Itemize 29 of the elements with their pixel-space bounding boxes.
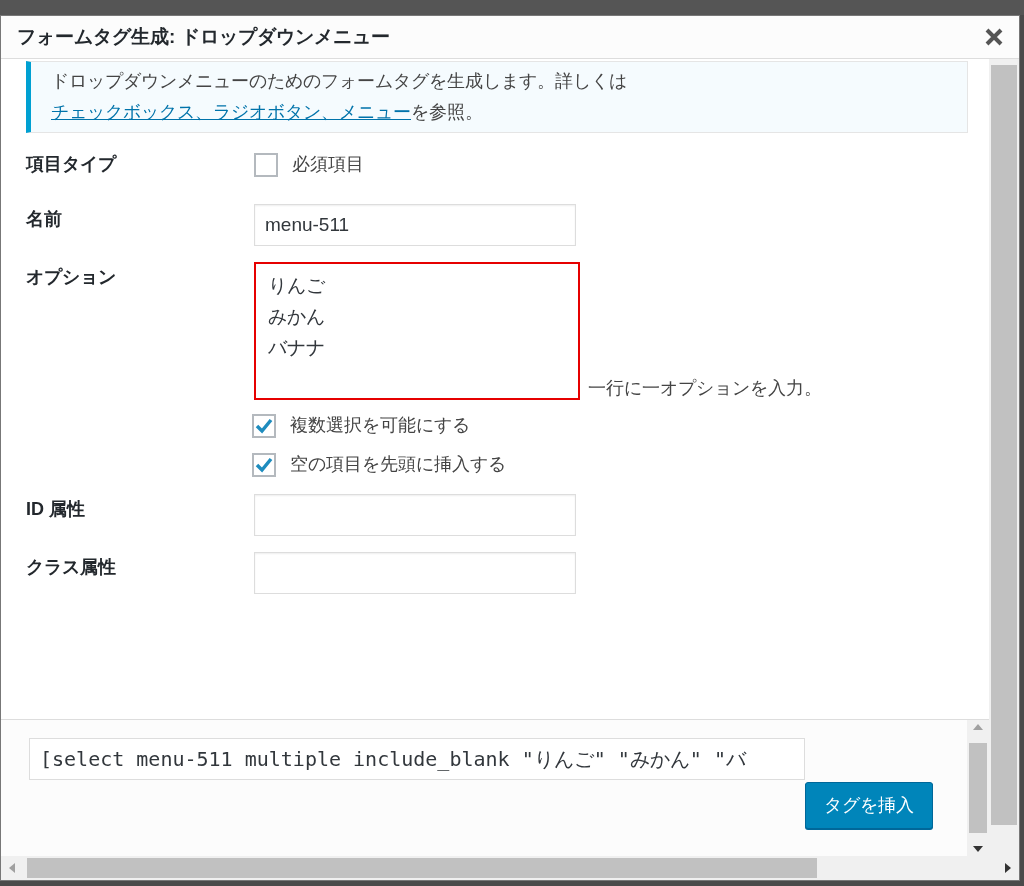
footer-scrollbar[interactable]: [967, 720, 989, 856]
options-textarea[interactable]: りんご みかん バナナ: [254, 262, 580, 400]
dialog-title: フォームタグ生成: ドロップダウンメニュー: [17, 24, 390, 49]
tag-field[interactable]: [select menu-511 multiple include_blank "りんご" "みかん" "バ: [29, 738, 805, 780]
text-field[interactable]: [254, 552, 576, 594]
checkbox[interactable]: [252, 452, 276, 477]
scroll-left-icon[interactable]: [9, 863, 15, 873]
checkbox[interactable]: [252, 413, 276, 438]
checkbox[interactable]: [254, 152, 278, 177]
field-label: ID 属性: [26, 498, 86, 521]
close-icon[interactable]: [985, 28, 1003, 46]
checkbox-label: 空の項目を先頭に挿入する: [290, 453, 506, 476]
scroll-down-icon[interactable]: [973, 846, 983, 852]
scroll-up-icon[interactable]: [973, 724, 983, 730]
docs-link[interactable]: チェックボックス、ラジオボタン、メニュー: [51, 102, 411, 122]
field-label: クラス属性: [26, 556, 117, 579]
horizontal-scrollbar[interactable]: [1, 856, 1019, 880]
field-label: 名前: [26, 208, 63, 231]
hint-text: 一行に一オプションを入力。: [588, 377, 822, 400]
scroll-right-icon[interactable]: [1005, 863, 1011, 873]
text-field[interactable]: menu-511: [254, 204, 576, 246]
dialog-scrollbar[interactable]: [989, 59, 1019, 856]
notice-text: ドロップダウンメニューのためのフォームタグを生成します。詳しくは チェックボックス、ラジオボタン、メニューを参照。: [51, 70, 628, 124]
insert-tag-button[interactable]: タグを挿入: [805, 782, 933, 829]
checkbox-label: 必須項目: [292, 153, 364, 176]
checkbox-label: 複数選択を可能にする: [290, 414, 470, 437]
field-label: オプション: [26, 266, 117, 289]
text-field[interactable]: [254, 494, 576, 536]
field-label: 項目タイプ: [26, 153, 118, 176]
